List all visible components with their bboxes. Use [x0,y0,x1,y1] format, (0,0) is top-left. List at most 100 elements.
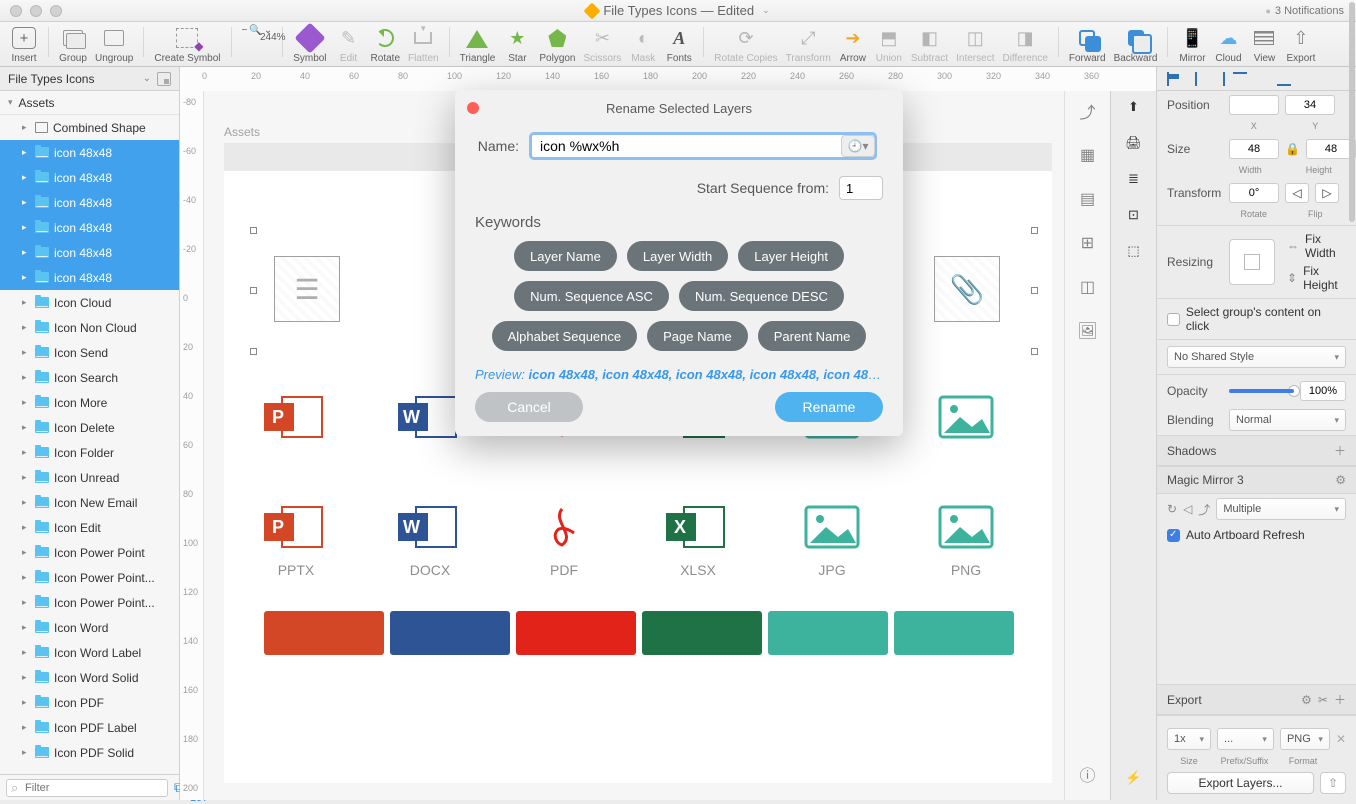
filter-input[interactable] [6,779,168,797]
disclosure-arrow-icon[interactable]: ▸ [22,672,30,683]
backward-button[interactable]: Backward [1110,25,1162,64]
artboard-label[interactable]: Assets [224,125,260,139]
keyword-pill[interactable]: Parent Name [758,321,867,351]
layer-item[interactable]: ▸Icon PDF Label [0,715,179,740]
align-center-v-icon[interactable] [1255,72,1269,86]
modal-close-icon[interactable] [467,102,479,114]
insert-button[interactable]: Insert [6,25,42,64]
rotate-copies-button[interactable]: ⟳Rotate Copies [710,25,781,64]
disclosure-arrow-icon[interactable]: ▸ [22,197,30,208]
disclosure-arrow-icon[interactable]: ▸ [22,422,30,433]
distribute-h-icon[interactable] [1299,72,1313,86]
fix-height-control[interactable]: ⇕Fix Height [1287,264,1346,292]
ungroup-button[interactable]: Ungroup [91,25,137,64]
export-format-dropdown[interactable]: PNG [1280,728,1330,750]
disclosure-arrow-icon[interactable]: ▸ [22,397,30,408]
strip2-bolt-icon[interactable]: ⚡ [1125,770,1141,786]
disclosure-arrow-icon[interactable]: ▸ [22,497,30,508]
strip2-icon-4[interactable]: ⊡ [1128,207,1139,223]
rotate-button[interactable]: Rotate [367,25,404,64]
keyword-pill[interactable]: Layer Name [514,241,617,271]
strip2-icon-1[interactable]: ⬆ [1128,99,1139,115]
disclosure-arrow-icon[interactable]: ▸ [22,172,30,183]
keyword-pill[interactable]: Page Name [647,321,748,351]
select-group-checkbox[interactable] [1167,313,1180,326]
layer-item[interactable]: ▸Icon Word [0,615,179,640]
symbol-button[interactable]: Symbol [289,25,330,64]
distribute-v-icon[interactable] [1321,72,1335,86]
layer-item[interactable]: ▸Icon PDF [0,690,179,715]
disclosure-arrow-icon[interactable]: ▸ [22,647,30,658]
strip-icon-3[interactable]: ▤ [1076,187,1100,211]
resizing-diagram[interactable] [1229,239,1275,285]
sequence-input[interactable] [839,176,883,200]
disclosure-arrow-icon[interactable]: ▸ [22,272,30,283]
forward-button[interactable]: Forward [1065,25,1110,64]
layer-item[interactable]: ▸icon 48x48 [0,165,179,190]
disclosure-arrow-icon[interactable]: ▸ [22,347,30,358]
selected-icon-6[interactable]: 📎 [934,256,1000,322]
notifications-badge[interactable]: 3 Notifications [1265,5,1344,17]
strip-info-icon[interactable]: ⓘ [1076,762,1100,786]
layer-item[interactable]: ▸Icon Folder [0,440,179,465]
strip2-icon-5[interactable]: ⬚ [1127,243,1139,259]
mm-refresh-icon[interactable]: ↻ [1167,502,1177,516]
export-settings-icon[interactable]: ⚙ [1301,693,1312,707]
layer-item[interactable]: ▸Icon New Email [0,490,179,515]
disclosure-arrow-icon[interactable]: ▸ [22,147,30,158]
disclosure-arrow-icon[interactable]: ▸ [22,697,30,708]
layer-item[interactable]: ▸Icon Send [0,340,179,365]
selection-handle-br[interactable] [1031,348,1038,355]
layer-item[interactable]: ▸Icon Power Point [0,540,179,565]
magic-mirror-gear-icon[interactable]: ⚙ [1335,473,1346,487]
traffic-max[interactable] [50,5,62,17]
keyword-pill[interactable]: Alphabet Sequence [492,321,637,351]
shadows-section[interactable]: Shadows＋ [1157,435,1356,466]
export-layers-button[interactable]: Export Layers... [1167,772,1314,794]
zoom-out-icon[interactable]: − [242,25,248,36]
keyword-pill[interactable]: Num. Sequence DESC [679,281,844,311]
export-knife-icon[interactable]: ✂ [1318,693,1328,707]
layer-item[interactable]: ▸Icon Edit [0,515,179,540]
layer-item[interactable]: ▸Icon Unread [0,465,179,490]
mm-send-icon[interactable]: ⤴ [1198,501,1210,518]
subtract-button[interactable]: ◧Subtract [907,25,952,64]
mirror-button[interactable]: 📱Mirror [1174,25,1210,64]
pages-dropdown[interactable]: File Types Icons ⌄ [0,67,180,90]
selection-handle-lc[interactable] [250,287,257,294]
disclosure-arrow-icon[interactable]: ▸ [22,372,30,383]
align-bottom-icon[interactable] [1277,72,1291,86]
layer-item[interactable]: ▸icon 48x48 [0,140,179,165]
arrow-button[interactable]: ➔Arrow [835,25,871,64]
selected-icon-1[interactable]: ☰ [274,256,340,322]
layer-item[interactable]: ▸icon 48x48 [0,190,179,215]
flip-v-icon[interactable]: ▷ [1315,183,1339,203]
disclosure-arrow-icon[interactable]: ▸ [22,122,30,133]
traffic-min[interactable] [30,5,42,17]
transform-button[interactable]: ⤢Transform [782,25,835,64]
layer-item[interactable]: ▸Icon Non Cloud [0,315,179,340]
selection-handle-rc[interactable] [1031,287,1038,294]
disclosure-arrow-icon[interactable]: ▸ [22,547,30,558]
chevron-down-icon[interactable]: ⌄ [762,5,770,16]
align-center-h-icon[interactable] [1189,72,1203,86]
fix-width-control[interactable]: ⇔Fix Width [1287,232,1346,260]
width-input[interactable] [1229,139,1279,159]
disclosure-arrow-icon[interactable]: ▸ [22,622,30,633]
pages-panel-icon[interactable] [157,72,171,86]
strip2-icon-3[interactable]: ≣ [1128,171,1139,187]
align-left-icon[interactable] [1167,72,1181,86]
disclosure-arrow-icon[interactable]: ▸ [22,572,30,583]
history-icon[interactable]: 🕘▾ [841,135,875,157]
position-x-input[interactable] [1229,95,1279,115]
position-y-input[interactable] [1285,95,1335,115]
polygon-button[interactable]: Polygon [535,25,579,64]
layer-item[interactable]: ▸Icon Search [0,365,179,390]
selection-handle-tl[interactable] [250,227,257,234]
intersect-button[interactable]: ◫Intersect [952,25,998,64]
lock-icon[interactable]: 🔒 [1285,142,1300,156]
difference-button[interactable]: ◨Difference [998,25,1051,64]
name-input[interactable] [529,132,877,160]
edit-button[interactable]: ✎Edit [331,25,367,64]
disclosure-arrow-icon[interactable]: ▸ [22,297,30,308]
